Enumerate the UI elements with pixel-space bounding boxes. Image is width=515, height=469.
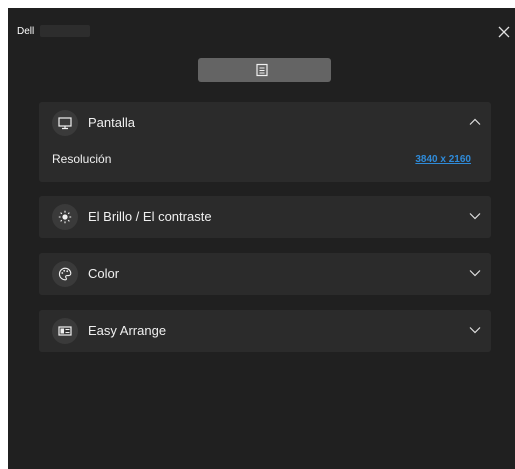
app-title: Dell	[17, 26, 35, 37]
menu-toggle-button[interactable]	[198, 58, 331, 82]
layout-icon	[52, 318, 78, 344]
section-brightness: El Brillo / El contraste	[39, 196, 491, 238]
section-color: Color	[39, 253, 491, 295]
close-button[interactable]	[497, 25, 511, 39]
document-menu-icon	[256, 63, 268, 77]
monitor-icon	[52, 110, 78, 136]
section-easy-arrange-header[interactable]: Easy Arrange	[39, 310, 491, 352]
chevron-up-icon	[469, 118, 481, 125]
section-color-label: Color	[88, 266, 120, 281]
brightness-icon	[52, 204, 78, 230]
chevron-down-icon	[469, 213, 481, 220]
app-window: Dell Pantalla Resolución 3840 x 2160 El …	[8, 8, 515, 469]
section-pantalla-header[interactable]: Pantalla	[39, 102, 491, 144]
redacted-model-name	[40, 25, 90, 37]
section-easy-arrange: Easy Arrange	[39, 310, 491, 352]
section-easy-arrange-label: Easy Arrange	[88, 323, 167, 338]
section-pantalla-label: Pantalla	[88, 115, 135, 130]
close-icon	[498, 26, 510, 38]
section-brightness-header[interactable]: El Brillo / El contraste	[39, 196, 491, 238]
palette-icon	[52, 261, 78, 287]
section-pantalla-body: Resolución 3840 x 2160	[39, 144, 491, 182]
resolution-label: Resolución	[52, 152, 112, 166]
section-pantalla: Pantalla Resolución 3840 x 2160	[39, 102, 491, 182]
chevron-down-icon	[469, 270, 481, 277]
title-bar: Dell	[8, 8, 515, 44]
resolution-link[interactable]: 3840 x 2160	[415, 154, 471, 165]
section-brightness-label: El Brillo / El contraste	[88, 209, 212, 224]
section-color-header[interactable]: Color	[39, 253, 491, 295]
chevron-down-icon	[469, 327, 481, 334]
